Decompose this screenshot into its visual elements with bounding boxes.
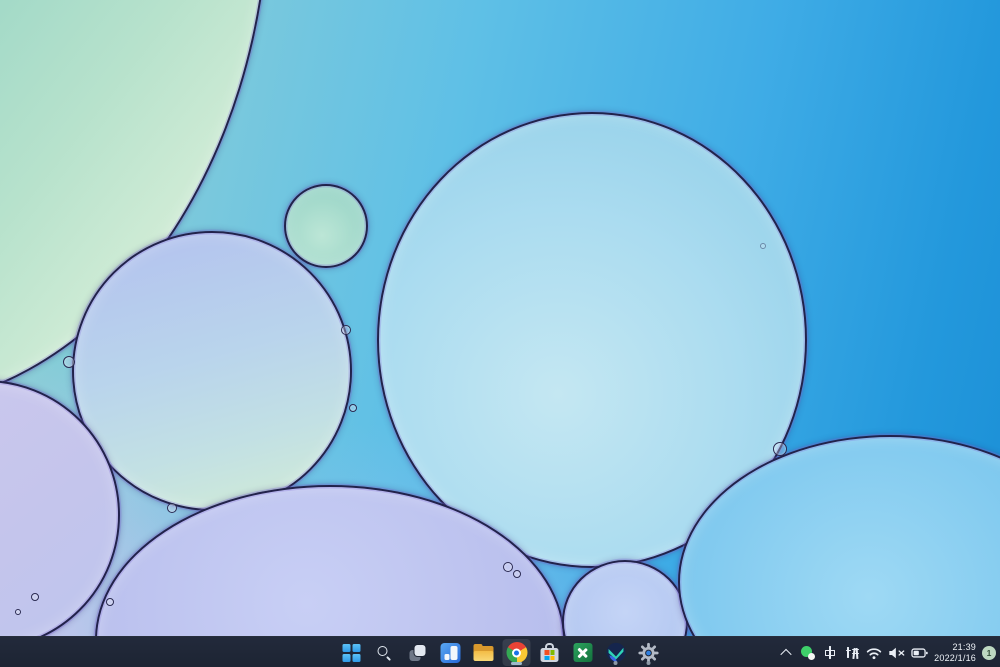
store-bag-icon <box>540 643 560 662</box>
circle-v-icon <box>605 642 626 663</box>
wifi-icon <box>866 646 882 660</box>
task-view-icon <box>409 644 427 662</box>
excel-button[interactable] <box>569 639 597 666</box>
tiny-bubble <box>760 243 766 249</box>
settings-button[interactable] <box>635 639 663 666</box>
clock-time: 21:39 <box>934 642 976 653</box>
messenger-tray-button[interactable] <box>800 641 816 665</box>
taskbar: 21:39 2022/1/16 1 <box>0 636 1000 667</box>
battery-button[interactable] <box>911 641 928 665</box>
excel-icon <box>573 643 592 662</box>
oil-bubble-small-upper <box>284 184 368 268</box>
taskbar-app-group <box>338 637 663 667</box>
ime-layout-indicator[interactable] <box>844 641 860 665</box>
running-app-indicator <box>614 661 618 665</box>
green-messenger-icon <box>801 646 815 660</box>
tiny-bubble <box>513 570 521 578</box>
volume-button[interactable] <box>888 641 905 665</box>
ime-mode-indicator[interactable] <box>822 641 838 665</box>
v-app-button[interactable] <box>602 639 630 666</box>
tiny-bubble <box>63 356 75 368</box>
widgets-button[interactable] <box>437 639 465 666</box>
clock[interactable]: 21:39 2022/1/16 <box>934 642 976 663</box>
chrome-button[interactable] <box>503 639 531 666</box>
notification-count-badge[interactable]: 1 <box>982 646 996 660</box>
search-button[interactable] <box>371 639 399 666</box>
hidden-icons-button[interactable] <box>778 641 794 665</box>
oil-bubble-mid-left <box>72 231 352 511</box>
active-app-indicator <box>511 662 522 665</box>
wifi-button[interactable] <box>866 641 882 665</box>
folder-icon <box>474 645 494 661</box>
tiny-bubble <box>167 503 177 513</box>
chrome-icon <box>506 642 527 663</box>
tiny-bubble <box>15 609 21 615</box>
clock-date: 2022/1/16 <box>934 653 976 664</box>
tiny-bubble <box>503 562 513 572</box>
windows-logo-icon <box>343 644 361 662</box>
tiny-bubble <box>106 598 114 606</box>
volume-muted-icon <box>888 646 905 660</box>
tiny-bubble <box>349 404 357 412</box>
task-view-button[interactable] <box>404 639 432 666</box>
microsoft-store-button[interactable] <box>536 639 564 666</box>
tiny-bubble <box>31 593 39 601</box>
chinese-mode-glyph <box>824 646 837 659</box>
file-explorer-button[interactable] <box>470 639 498 666</box>
desktop-wallpaper: 21:39 2022/1/16 1 <box>0 0 1000 667</box>
tiny-bubble <box>341 325 351 335</box>
tiny-bubble <box>773 442 787 456</box>
pinyin-glyph <box>846 646 859 659</box>
search-icon <box>377 645 393 661</box>
battery-icon <box>911 647 928 659</box>
chevron-up-icon <box>780 648 791 659</box>
start-button[interactable] <box>338 639 366 666</box>
running-app-indicator <box>647 661 651 665</box>
widgets-icon <box>441 643 461 663</box>
system-tray: 21:39 2022/1/16 1 <box>778 637 996 667</box>
